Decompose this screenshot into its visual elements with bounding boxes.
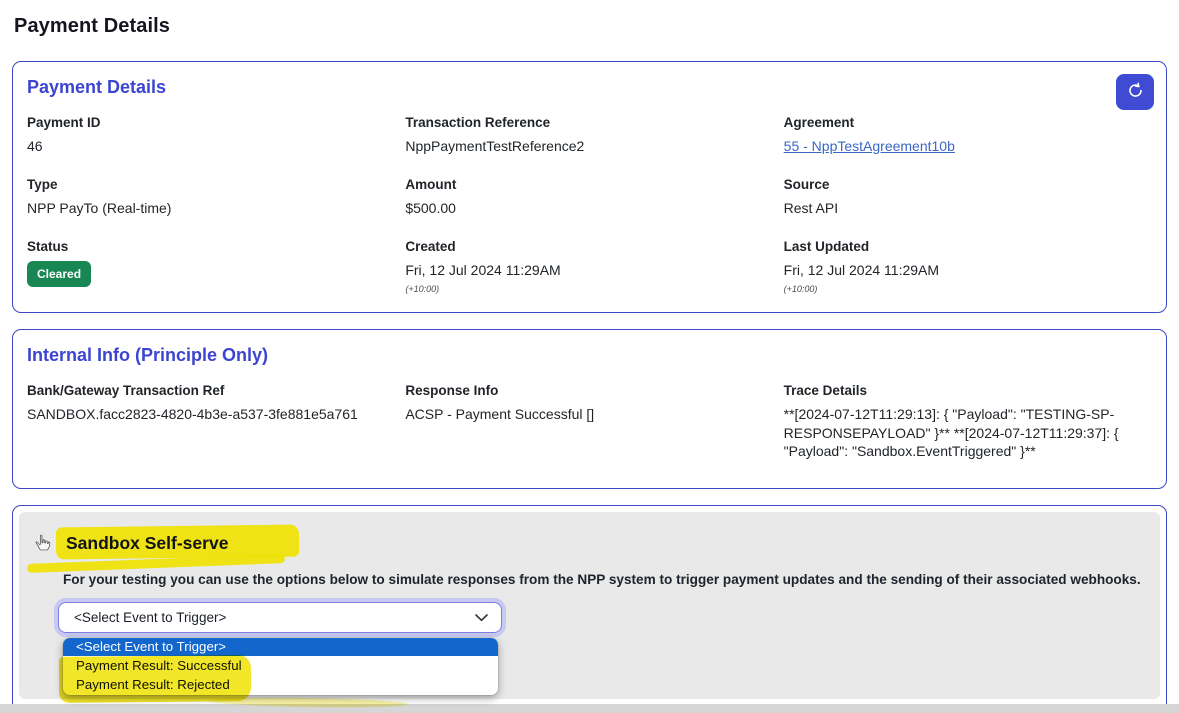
field-label: Type: [27, 177, 395, 192]
dropdown-option-payment-rejected[interactable]: Payment Result: Rejected: [63, 675, 498, 694]
field-source: Source Rest API: [784, 177, 1152, 218]
pointing-hand-cursor-icon: [34, 534, 51, 556]
page-title: Payment Details: [14, 15, 1167, 38]
timezone-note: (+10:00): [784, 284, 1152, 294]
field-label: Last Updated: [784, 239, 1152, 254]
timezone-note: (+10:00): [405, 284, 773, 294]
status-badge: Cleared: [27, 261, 91, 287]
agreement-link[interactable]: 55 - NppTestAgreement10b: [784, 138, 955, 154]
field-label: Transaction Reference: [405, 115, 773, 130]
field-created: Created Fri, 12 Jul 2024 11:29AM (+10:00…: [405, 239, 773, 294]
field-label: Response Info: [405, 383, 773, 398]
field-label: Amount: [405, 177, 773, 192]
bottom-edge-strip: [0, 704, 1179, 713]
field-label: Trace Details: [784, 383, 1152, 398]
field-label: Source: [784, 177, 1152, 192]
field-bank-gateway-ref: Bank/Gateway Transaction Ref SANDBOX.fac…: [27, 383, 395, 462]
refresh-icon: [1127, 82, 1144, 102]
field-trace-details: Trace Details **[2024-07-12T11:29:13]: {…: [784, 383, 1152, 462]
payment-details-card: Payment Details Payment ID 46 Transactio…: [12, 61, 1167, 313]
dropdown-option-payment-successful[interactable]: Payment Result: Successful: [63, 656, 498, 675]
field-last-updated: Last Updated Fri, 12 Jul 2024 11:29AM (+…: [784, 239, 1152, 294]
internal-fields-grid: Bank/Gateway Transaction Ref SANDBOX.fac…: [27, 383, 1152, 462]
field-value: NPP PayTo (Real-time): [27, 199, 395, 218]
field-value: 46: [27, 137, 395, 156]
field-value: Rest API: [784, 199, 1152, 218]
payment-details-page: Payment Details Payment Details Payment …: [0, 0, 1179, 713]
field-value: Fri, 12 Jul 2024 11:29AM: [784, 261, 1152, 280]
field-value: Fri, 12 Jul 2024 11:29AM: [405, 261, 773, 280]
sandbox-title: Sandbox Self-serve: [62, 533, 232, 554]
payment-fields-grid: Payment ID 46 Transaction Reference NppP…: [27, 115, 1152, 294]
field-label: Payment ID: [27, 115, 395, 130]
chevron-down-icon: [475, 610, 488, 625]
field-value: $500.00: [405, 199, 773, 218]
field-value: NppPaymentTestReference2: [405, 137, 773, 156]
field-label: Agreement: [784, 115, 1152, 130]
field-status: Status Cleared: [27, 239, 395, 294]
field-label: Bank/Gateway Transaction Ref: [27, 383, 395, 398]
event-select[interactable]: <Select Event to Trigger>: [58, 602, 502, 633]
field-type: Type NPP PayTo (Real-time): [27, 177, 395, 218]
internal-info-card: Internal Info (Principle Only) Bank/Gate…: [12, 329, 1167, 489]
field-response-info: Response Info ACSP - Payment Successful …: [405, 383, 773, 462]
field-amount: Amount $500.00: [405, 177, 773, 218]
field-value: ACSP - Payment Successful []: [405, 405, 773, 424]
field-value: **[2024-07-12T11:29:13]: { "Payload": "T…: [784, 405, 1134, 462]
card-title-internal-info: Internal Info (Principle Only): [27, 345, 1152, 366]
sandbox-self-serve-card: Sandbox Self-serve For your testing you …: [12, 505, 1167, 713]
event-select-dropdown: <Select Event to Trigger> Payment Result…: [63, 638, 498, 695]
field-payment-id: Payment ID 46: [27, 115, 395, 156]
refresh-button[interactable]: [1116, 74, 1154, 110]
field-label: Created: [405, 239, 773, 254]
field-value: SANDBOX.facc2823-4820-4b3e-a537-3fe881e5…: [27, 405, 395, 424]
field-label: Status: [27, 239, 395, 254]
event-select-wrap: <Select Event to Trigger> <Select Event …: [58, 602, 502, 633]
field-transaction-reference: Transaction Reference NppPaymentTestRefe…: [405, 115, 773, 156]
dropdown-option-select-event[interactable]: <Select Event to Trigger>: [63, 638, 498, 656]
event-select-value: <Select Event to Trigger>: [74, 610, 226, 625]
sandbox-body: Sandbox Self-serve For your testing you …: [19, 512, 1160, 699]
sandbox-description: For your testing you can use the options…: [63, 572, 1146, 587]
card-title-payment-details: Payment Details: [27, 77, 1152, 98]
field-agreement: Agreement 55 - NppTestAgreement10b: [784, 115, 1152, 156]
